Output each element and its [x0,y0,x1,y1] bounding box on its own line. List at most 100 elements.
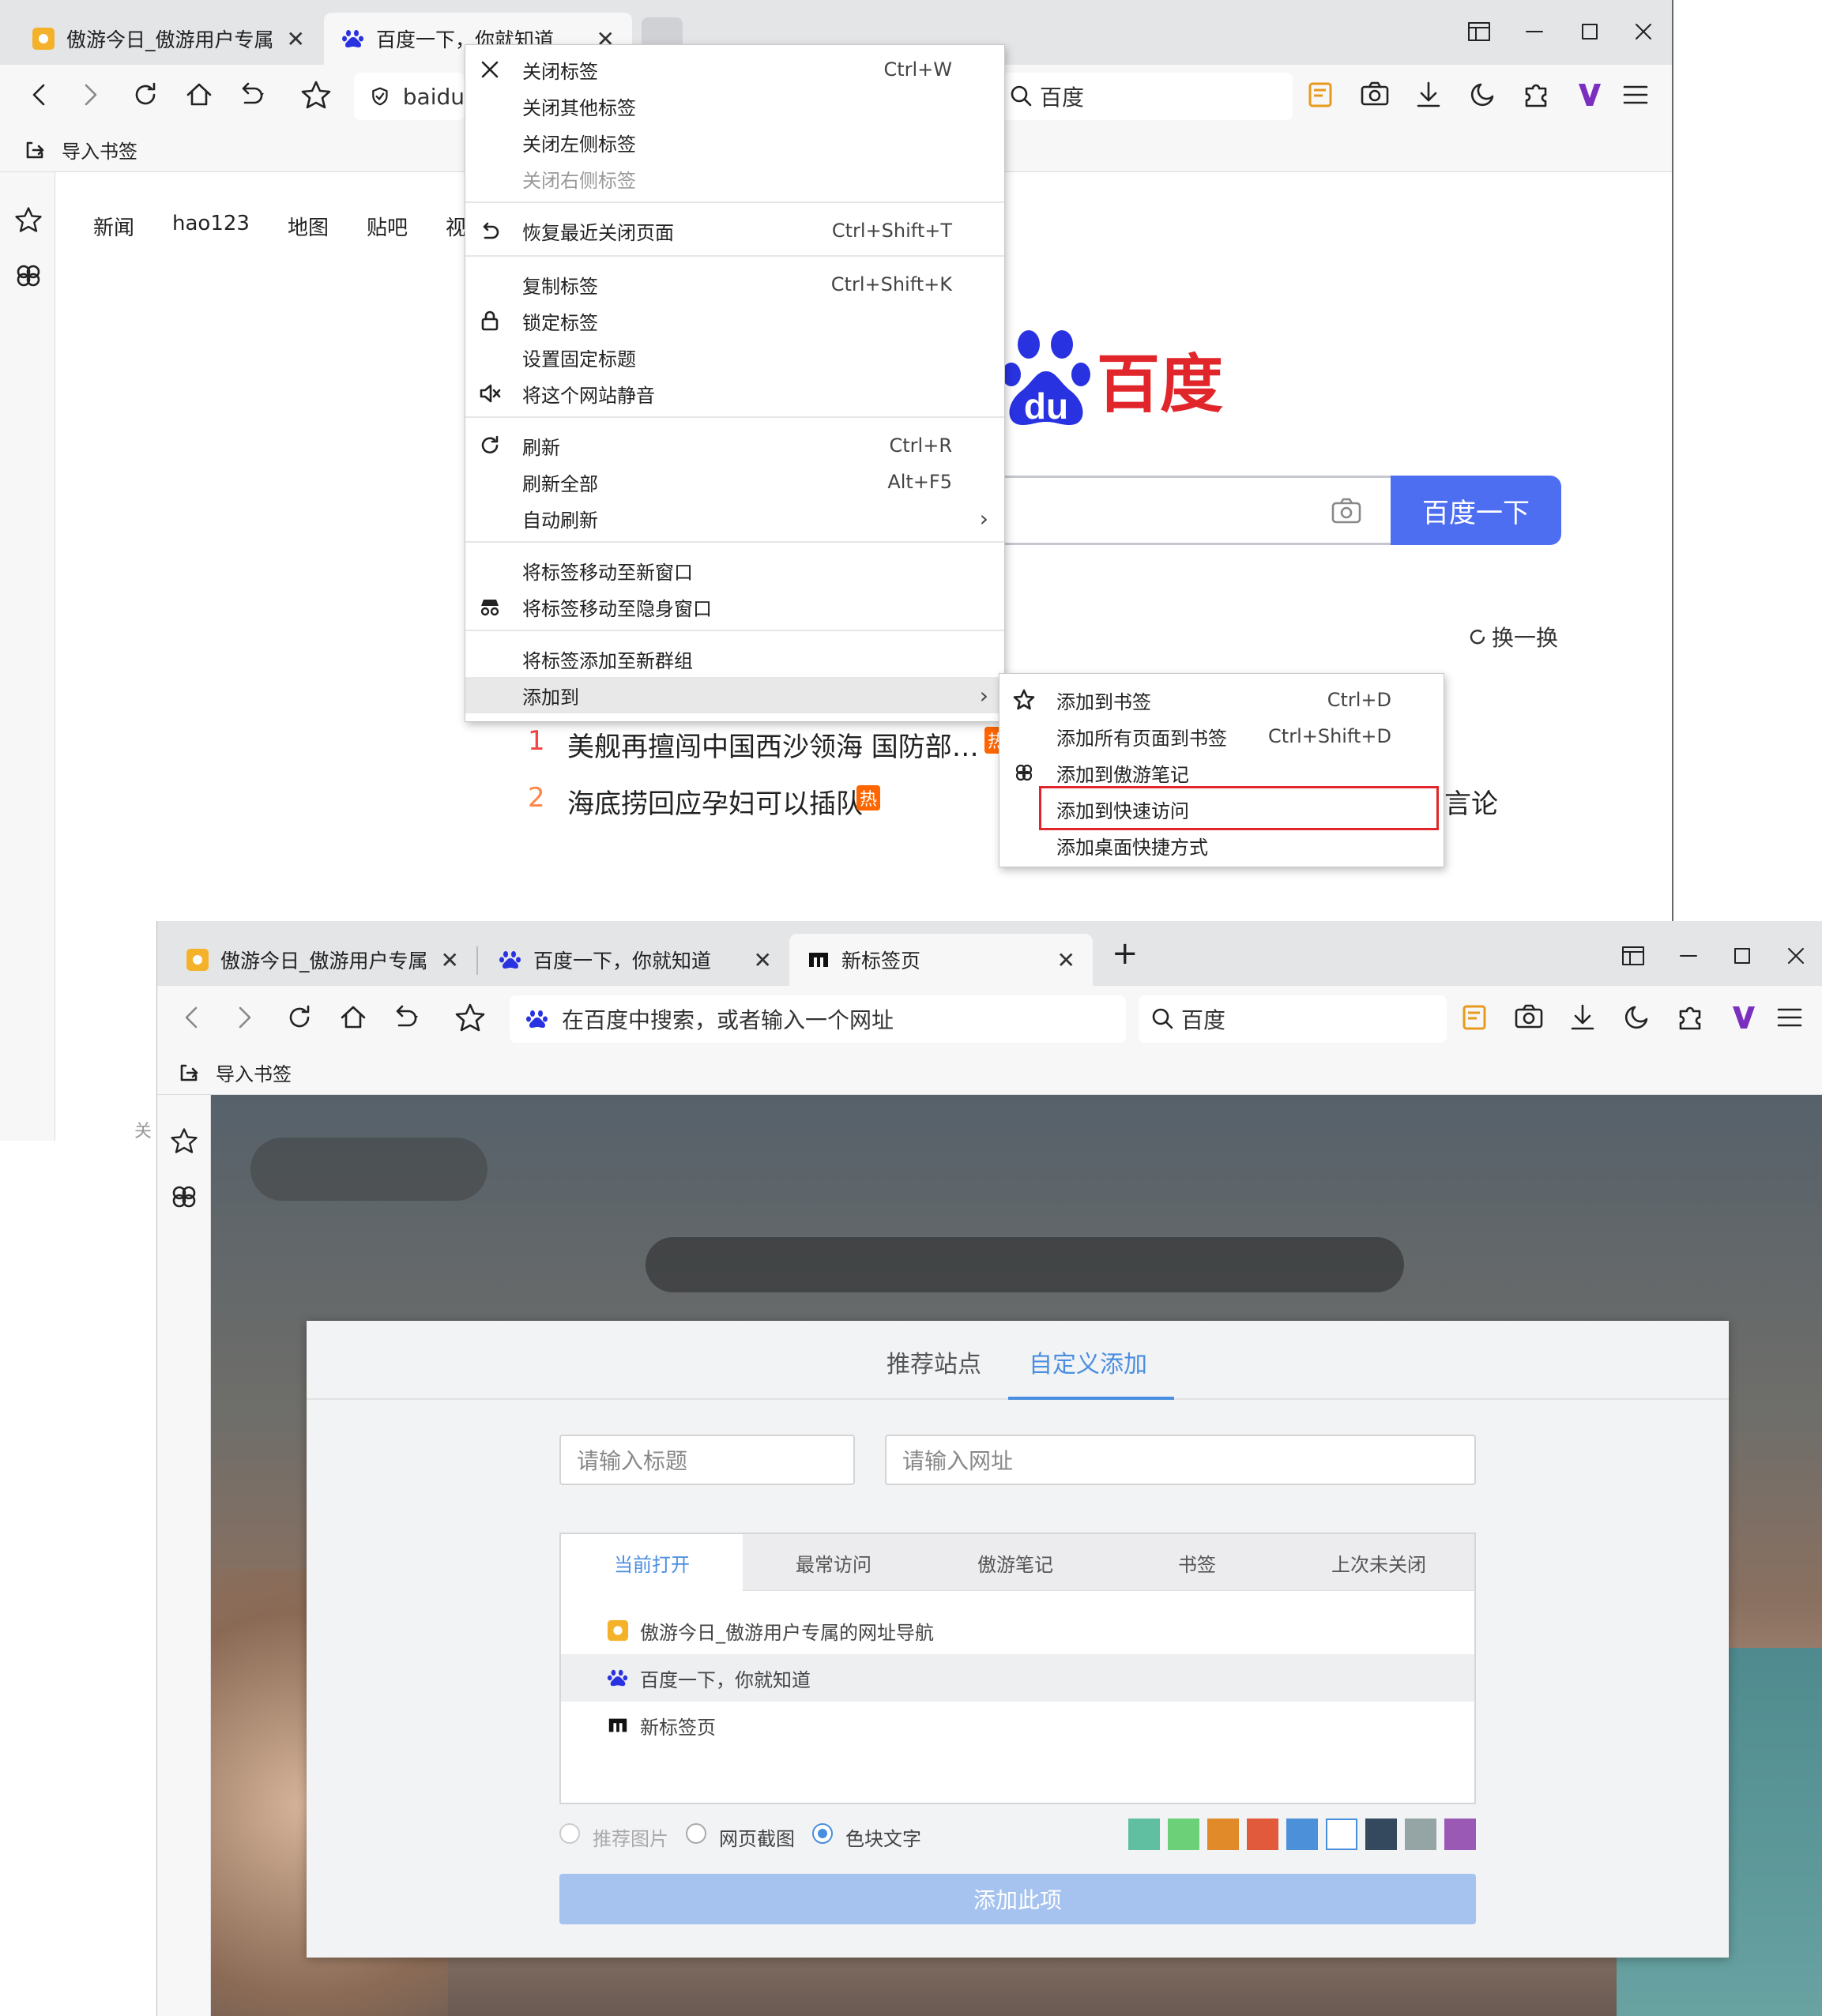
tab-close-button[interactable]: ✕ [441,947,459,973]
screenshot-icon[interactable] [1357,77,1392,112]
home-icon[interactable] [336,1000,371,1035]
maxthon-v-icon[interactable] [1572,77,1607,112]
menu-mute-site[interactable]: 将这个网站静音 [465,375,1004,412]
minimize-icon[interactable] [1676,943,1701,969]
minimize-icon[interactable] [1522,19,1547,44]
submenu-add-all-bookmarks[interactable]: 添加所有页面到书签 Ctrl+Shift+D [999,718,1444,754]
menu-move-incognito[interactable]: 将标签移动至隐身窗口 [465,589,1004,625]
submenu-add-bookmark[interactable]: 添加到书签 Ctrl+D [999,682,1444,718]
color-swatch[interactable] [1444,1819,1476,1850]
menu-icon[interactable] [1772,1000,1807,1035]
list-item[interactable]: 百度一下，你就知道 [561,1654,1474,1702]
radio-screenshot[interactable] [686,1823,706,1844]
screenshot-icon[interactable] [1511,1000,1546,1035]
tab-close-button[interactable]: ✕ [287,26,305,52]
import-bookmarks-button[interactable]: 导入书签 [178,1059,292,1086]
color-swatch[interactable] [1207,1819,1239,1850]
weather-widget[interactable] [250,1138,487,1201]
menu-refresh-all[interactable]: 刷新全部 Alt+F5 [465,464,1004,500]
tab-close-button[interactable]: ✕ [754,947,772,973]
sidebar-notes-icon[interactable] [168,1180,200,1212]
home-icon[interactable] [182,77,216,112]
tab-maxthon-today[interactable]: 傲游今日_傲游用户专属 ✕ [168,934,476,986]
nav-video[interactable]: 视 [446,212,466,241]
tab-maxthon-today[interactable]: 傲游今日_傲游用户专属 ✕ [14,13,322,65]
baidu-search-button[interactable]: 百度一下 [1391,476,1561,545]
menu-add-to-group[interactable]: 将标签添加至新群组 [465,641,1004,677]
menu-pin-title[interactable]: 设置固定标题 [465,339,1004,375]
search-box[interactable]: 百度 [997,73,1293,120]
notes-icon[interactable] [1304,77,1338,112]
menu-lock-tab[interactable]: 锁定标签 [465,303,1004,339]
tab-custom-add[interactable]: 自定义添加 [1029,1345,1147,1379]
forward-icon[interactable] [227,1000,262,1035]
menu-icon[interactable] [1618,77,1653,112]
menu-auto-refresh[interactable]: 自动刷新 › [465,500,1004,536]
color-swatch[interactable] [1326,1819,1357,1850]
reload-icon[interactable] [282,1000,317,1035]
hot-item-2[interactable]: 海底捞回应孕妇可以插队 [567,782,863,821]
baidu-search-input[interactable] [996,476,1391,545]
sidebar-favorites-icon[interactable] [168,1125,200,1157]
forward-icon[interactable] [73,77,107,112]
night-mode-icon[interactable] [1465,77,1500,112]
extensions-icon[interactable] [1673,1000,1707,1035]
nav-tieba[interactable]: 贴吧 [367,212,408,241]
reload-icon[interactable] [128,77,163,112]
tab-new-tab[interactable]: 新标签页 ✕ [789,934,1093,986]
source-tab-last-session[interactable]: 上次未关闭 [1288,1534,1470,1591]
url-input[interactable]: 请输入网址 [885,1435,1476,1485]
list-item[interactable]: 新标签页 [561,1702,1474,1749]
menu-close-other-tabs[interactable]: 关闭其他标签 [465,88,1004,124]
close-window-icon[interactable] [1631,19,1656,44]
nav-hao123[interactable]: hao123 [172,212,250,241]
nav-news[interactable]: 新闻 [93,212,134,241]
title-input[interactable]: 请输入标题 [559,1435,855,1485]
menu-duplicate-tab[interactable]: 复制标签 Ctrl+Shift+K [465,266,1004,303]
download-icon[interactable] [1411,77,1446,112]
source-tab-bookmarks[interactable]: 书签 [1106,1534,1288,1591]
radio-color-text[interactable] [812,1823,833,1844]
undo-close-icon[interactable] [388,1000,423,1035]
new-tab-button[interactable]: + [1112,935,1139,972]
sidebar-favorites-icon[interactable] [13,204,44,235]
close-window-icon[interactable] [1783,943,1809,969]
address-bar[interactable]: baidu [354,73,465,120]
favorite-star-icon[interactable] [299,77,333,112]
night-mode-icon[interactable] [1619,1000,1654,1035]
color-swatch[interactable] [1405,1819,1436,1850]
notes-icon[interactable] [1458,1000,1493,1035]
menu-close-left-tabs[interactable]: 关闭左侧标签 [465,124,1004,160]
submenu-add-desktop-shortcut[interactable]: 添加桌面快捷方式 [999,827,1444,863]
maximize-icon[interactable] [1577,19,1602,44]
tab-recommended-sites[interactable]: 推荐站点 [887,1345,981,1379]
back-icon[interactable] [175,1000,209,1035]
add-item-button[interactable]: 添加此项 [559,1874,1476,1924]
maximize-icon[interactable] [1730,943,1755,969]
nav-map[interactable]: 地图 [288,212,329,241]
refresh-hot-button[interactable]: 换一换 [1466,621,1558,653]
search-box[interactable]: 百度 [1139,995,1447,1043]
undo-close-icon[interactable] [234,77,269,112]
back-icon[interactable] [22,77,57,112]
tab-baidu[interactable]: 百度一下，你就知道 ✕ [481,934,789,986]
menu-close-tab[interactable]: 关闭标签 Ctrl+W [465,51,1004,88]
source-tab-current[interactable]: 当前打开 [561,1534,743,1592]
menu-restore-closed[interactable]: 恢复最近关闭页面 Ctrl+Shift+T [465,213,1004,249]
tile-windows-icon[interactable] [1466,19,1492,44]
tile-windows-icon[interactable] [1621,943,1646,969]
maxthon-v-icon[interactable] [1726,1000,1761,1035]
source-tab-frequent[interactable]: 最常访问 [743,1534,924,1591]
color-swatch[interactable] [1247,1819,1278,1850]
import-bookmarks-button[interactable]: 导入书签 [24,136,137,164]
tab-close-button[interactable]: ✕ [1057,947,1075,973]
menu-move-new-window[interactable]: 将标签移动至新窗口 [465,552,1004,589]
extensions-icon[interactable] [1519,77,1553,112]
menu-add-to[interactable]: 添加到 › [465,677,1004,713]
color-swatch[interactable] [1365,1819,1397,1850]
list-item[interactable]: 傲游今日_傲游用户专属的网址导航 [561,1607,1474,1654]
color-swatch[interactable] [1128,1819,1160,1850]
download-icon[interactable] [1565,1000,1600,1035]
sidebar-notes-icon[interactable] [13,259,44,291]
radio-recommended-image[interactable] [559,1823,580,1844]
